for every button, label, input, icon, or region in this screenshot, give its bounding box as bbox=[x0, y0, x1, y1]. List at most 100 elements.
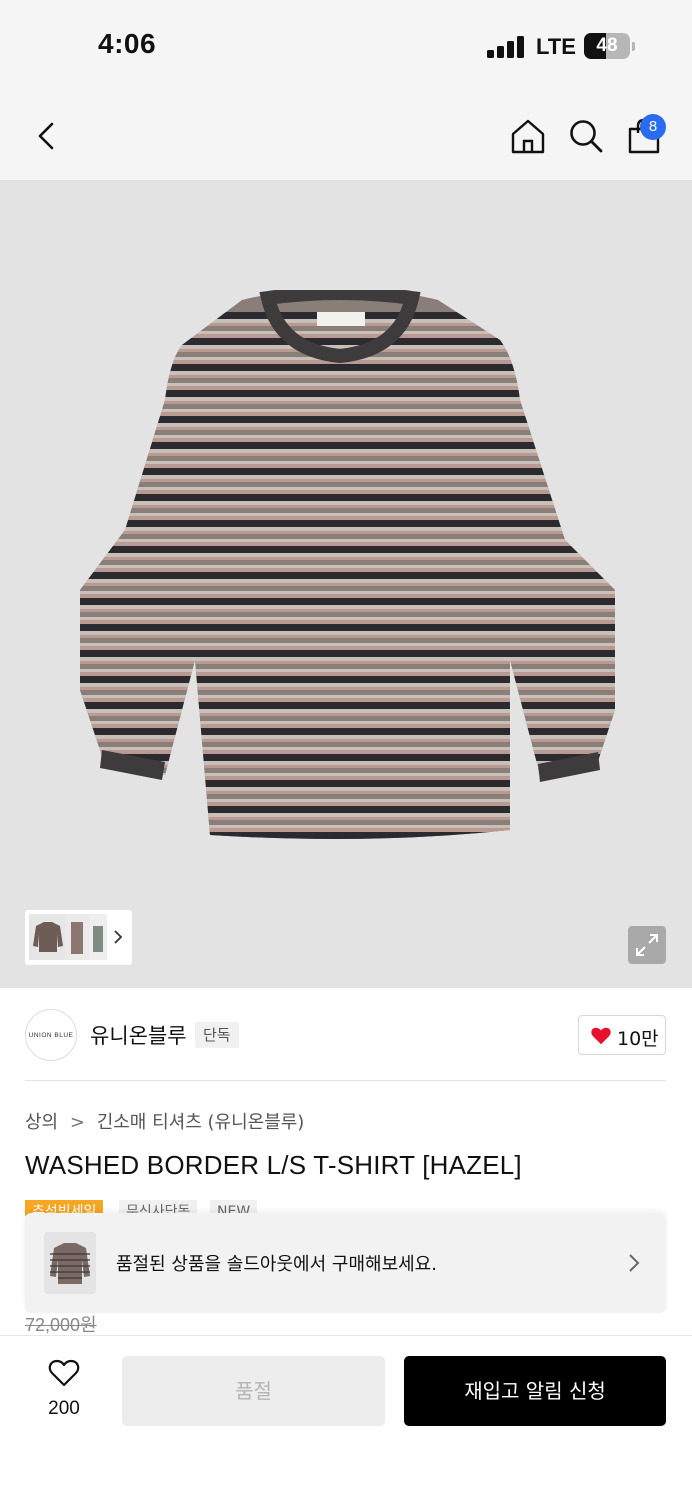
shirt-stripe bbox=[80, 817, 615, 820]
shirt-stripe bbox=[80, 598, 615, 605]
shirt-stripe bbox=[80, 565, 615, 568]
shirt-stripe bbox=[80, 338, 615, 345]
thumbnail-image bbox=[65, 914, 89, 960]
shirt-stripe bbox=[80, 683, 615, 687]
shirt-stripe bbox=[80, 364, 615, 371]
shirt-stripe bbox=[80, 531, 615, 534]
thumbnail-3[interactable] bbox=[89, 914, 107, 960]
restock-alert-button[interactable]: 재입고 알림 신청 bbox=[404, 1356, 666, 1426]
shirt-stripe bbox=[80, 643, 615, 646]
shirt-stripe bbox=[80, 371, 615, 375]
thumbnail-1[interactable] bbox=[29, 914, 67, 960]
shirt-stripe bbox=[80, 490, 615, 494]
expand-image-button[interactable] bbox=[628, 926, 666, 964]
breadcrumb-category[interactable]: 상의 bbox=[25, 1112, 58, 1133]
product-image bbox=[70, 290, 630, 858]
shirt-stripe bbox=[80, 750, 615, 754]
shirt-stripe bbox=[80, 560, 615, 565]
shirt-stripe bbox=[80, 501, 615, 505]
soldout-banner-text: 품절된 상품을 솔드아웃에서 구매해보세요. bbox=[116, 1254, 437, 1275]
thumbnail-strip[interactable] bbox=[25, 910, 132, 965]
back-button[interactable] bbox=[22, 112, 70, 160]
brand-logo[interactable]: UNION BLUE bbox=[25, 1009, 77, 1061]
shirt-stripe bbox=[80, 638, 615, 643]
shirt-stripe bbox=[80, 609, 615, 612]
shirt-stripe bbox=[80, 453, 615, 456]
shirt-stripe bbox=[70, 846, 630, 851]
shirt-stripe bbox=[80, 331, 615, 334]
shirt-stripe bbox=[80, 539, 615, 542]
shirt-stripe bbox=[80, 468, 615, 475]
breadcrumb-subcategory[interactable]: 긴소매 티셔츠 (유니온블루) bbox=[97, 1112, 305, 1133]
shirt-stripe bbox=[80, 475, 615, 479]
status-time: 4:06 bbox=[98, 28, 157, 59]
shirt-stripe bbox=[80, 557, 615, 560]
shirt-stripe bbox=[80, 487, 615, 490]
search-button[interactable] bbox=[562, 112, 610, 160]
shirt-stripe bbox=[80, 334, 615, 338]
shirt-stripe bbox=[80, 326, 615, 331]
exclusive-tag: 단독 bbox=[195, 1022, 239, 1048]
shirt-stripe bbox=[80, 423, 615, 427]
shirt-stripe bbox=[80, 646, 615, 650]
shirt-stripe bbox=[70, 854, 630, 858]
breadcrumb: 상의 > 긴소매 티셔츠 (유니온블루) bbox=[25, 1108, 304, 1134]
heart-outline-icon bbox=[48, 1359, 80, 1387]
shirt-stripe bbox=[80, 698, 615, 702]
shirt-stripe bbox=[80, 820, 615, 825]
thumbnail-2[interactable] bbox=[65, 914, 89, 960]
shirt-stripe bbox=[80, 780, 615, 787]
shirt-stripe bbox=[80, 482, 615, 487]
battery-level: 48 bbox=[596, 35, 618, 56]
brand-name[interactable]: 유니온블루 bbox=[90, 1020, 187, 1050]
shirt-stripe bbox=[80, 799, 615, 802]
soldout-banner[interactable]: 품절된 상품을 솔드아웃에서 구매해보세요. bbox=[25, 1213, 666, 1313]
shirt-stripe bbox=[80, 747, 615, 750]
chevron-left-icon bbox=[38, 122, 54, 150]
product-image-gallery[interactable] bbox=[0, 180, 692, 988]
home-button[interactable] bbox=[504, 112, 552, 160]
shirt-stripe bbox=[80, 542, 615, 546]
shirt-stripe bbox=[70, 839, 630, 843]
shirt-stripe bbox=[80, 825, 615, 828]
shirt-stripe bbox=[80, 390, 615, 397]
shirt-stripe bbox=[80, 802, 615, 806]
shirt-stripe bbox=[80, 430, 615, 435]
shirt-stripe bbox=[80, 505, 615, 508]
shirt-stripe bbox=[80, 513, 615, 516]
shirt-stripe bbox=[80, 442, 615, 449]
shirt-stripe bbox=[80, 546, 615, 553]
battery-tip bbox=[632, 42, 635, 51]
shirt-stripe bbox=[80, 716, 615, 721]
shirt-stripe bbox=[80, 404, 615, 409]
shirt-stripe bbox=[80, 832, 615, 839]
battery-icon: 48 bbox=[584, 33, 630, 59]
brand-like-button[interactable]: 10만 bbox=[578, 1015, 666, 1055]
shirt-stripe bbox=[80, 378, 615, 383]
shirt-stripe bbox=[80, 591, 615, 594]
shirt-stripe bbox=[80, 669, 615, 672]
shirt-stripe bbox=[80, 672, 615, 676]
shirt-stripe bbox=[80, 572, 615, 579]
soldout-button[interactable]: 품절 bbox=[122, 1356, 385, 1426]
shirt-stripe bbox=[80, 520, 615, 527]
shirt-stripe bbox=[80, 676, 615, 683]
cart-count-badge: 8 bbox=[640, 114, 666, 140]
product-title: WASHED BORDER L/S T-SHIRT [HAZEL] bbox=[25, 1150, 522, 1180]
shirt-stripe bbox=[80, 516, 615, 520]
shirt-stripe bbox=[80, 828, 615, 832]
wishlist-button[interactable]: 200 bbox=[25, 1358, 103, 1430]
home-icon bbox=[511, 119, 545, 154]
shirt-stripe bbox=[80, 624, 615, 631]
shirt-stripe bbox=[80, 657, 615, 661]
shirt-stripe bbox=[80, 728, 615, 735]
shirt-stripe bbox=[80, 806, 615, 813]
shirt-stripe bbox=[80, 742, 615, 747]
shirt-stripe bbox=[80, 631, 615, 635]
shirt-stripe bbox=[80, 661, 615, 664]
shirt-stripe bbox=[80, 690, 615, 695]
shirt-stripe bbox=[80, 534, 615, 539]
network-label: LTE bbox=[536, 34, 576, 59]
shirt-stripe bbox=[80, 412, 615, 416]
original-price: 72,000원 bbox=[25, 1315, 97, 1335]
